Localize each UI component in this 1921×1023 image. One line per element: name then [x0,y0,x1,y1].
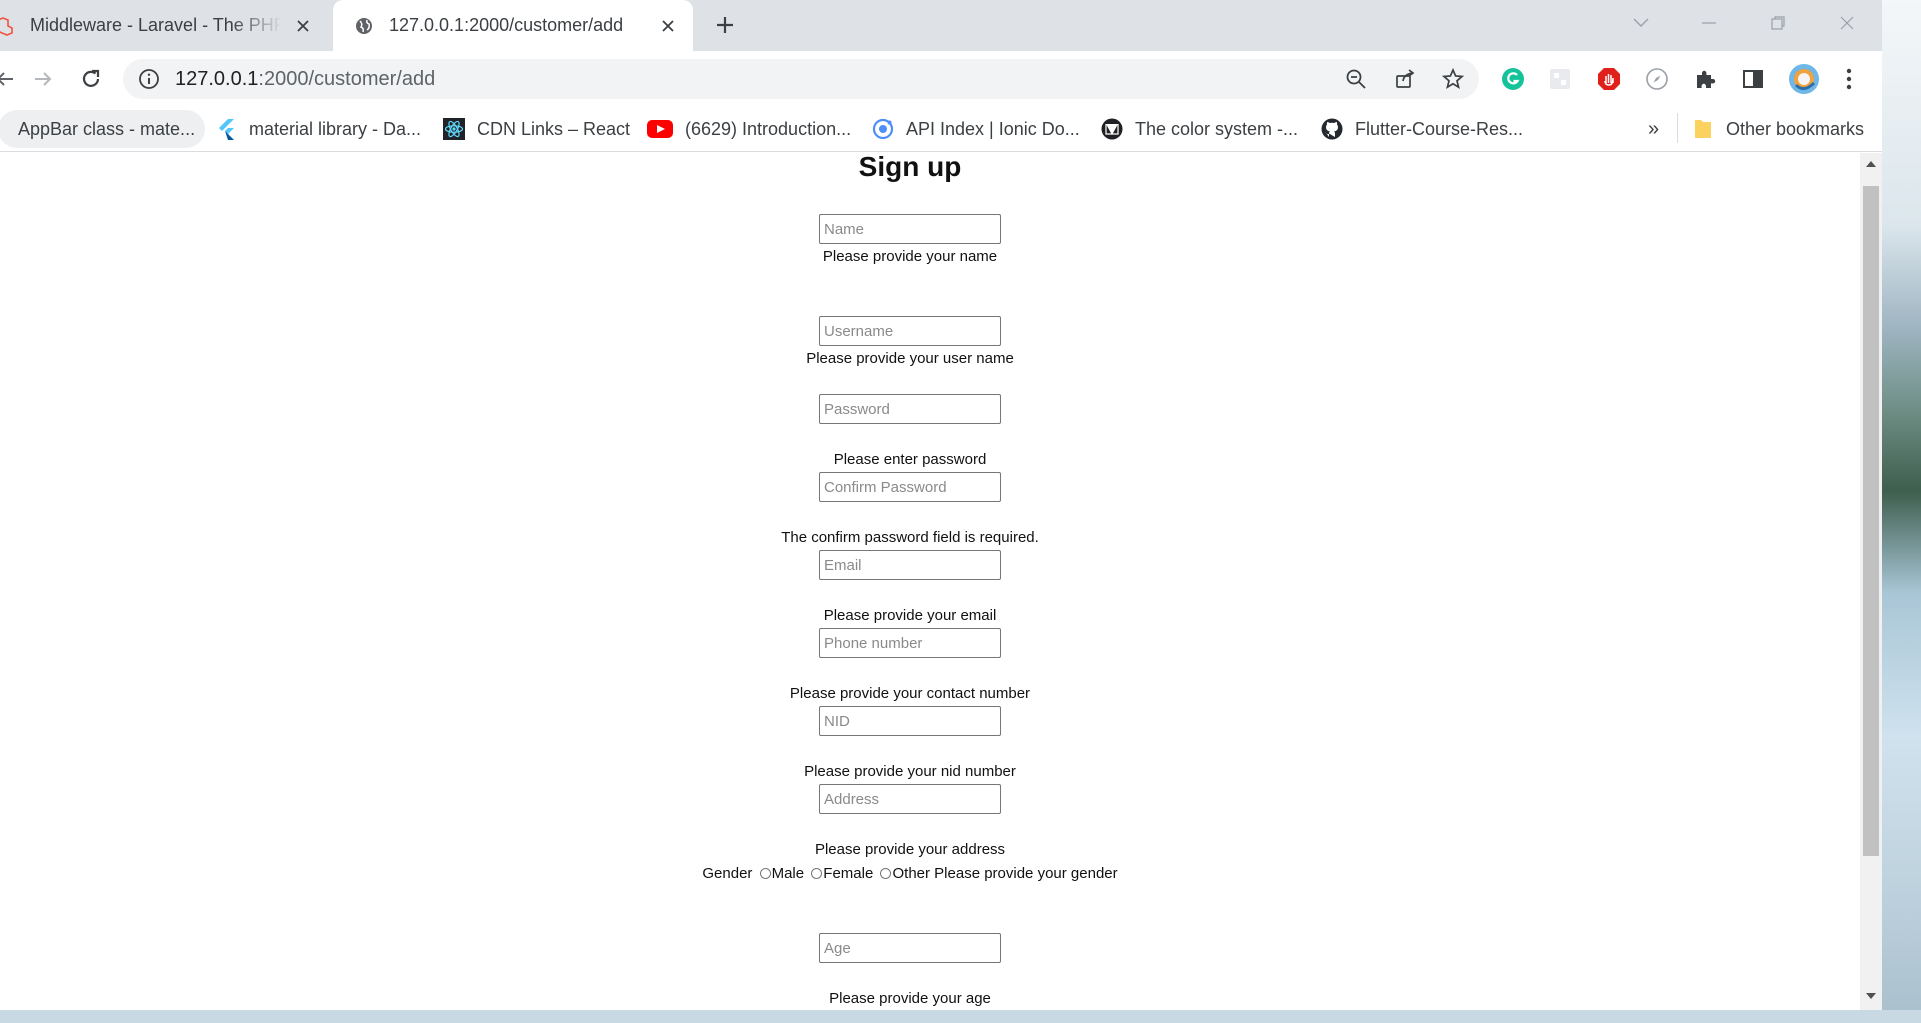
gender-radio-male[interactable] [759,868,771,879]
confirm-password-field[interactable] [819,472,1001,502]
page-content: Sign up Please provide your name Please … [0,153,1860,1010]
bookmark-label: AppBar class - mate... [18,118,196,139]
reload-icon[interactable] [76,64,106,94]
desktop-wallpaper [1882,0,1921,1023]
ionic-icon [872,118,894,140]
browser-window: Middleware - Laravel - The PHP Framework… [0,0,1882,1010]
other-bookmarks-folder[interactable]: Other bookmarks [1692,110,1864,148]
address-field[interactable] [819,784,1001,814]
new-tab-icon[interactable] [712,12,738,38]
bookmark-label: CDN Links – React [477,118,631,139]
folder-icon [1692,118,1714,140]
username-error: Please provide your user name [806,350,1014,367]
material-icon [1101,118,1123,140]
flutter-icon [215,118,237,140]
username-field[interactable] [819,316,1001,346]
bookmark-label: API Index | Ionic Do... [906,118,1080,139]
site-info-icon[interactable] [137,67,161,91]
close-window-icon[interactable] [1829,8,1865,38]
url-host: 127.0.0.1 [175,67,259,90]
bookmark-material-library[interactable]: material library - Da... [215,110,421,148]
nid-error: Please provide your nid number [804,763,1016,780]
bookmark-color-system[interactable]: The color system -... [1101,110,1298,148]
bookmark-flutter-course[interactable]: Flutter-Course-Res... [1321,110,1523,148]
zoom-icon[interactable] [1344,67,1368,91]
confirm-password-error: The confirm password field is required. [781,529,1039,546]
tab-laravel[interactable]: Middleware - Laravel - The PHP Framework… [0,0,328,51]
menu-kebab-icon[interactable] [1836,66,1862,92]
bookmark-appbar[interactable]: AppBar class - mate... [0,110,206,148]
taskbar [0,1010,1921,1023]
bookmark-label: The color system -... [1135,118,1299,139]
email-field[interactable] [819,550,1001,580]
scroll-down-arrow-icon[interactable] [1864,989,1878,1003]
phone-error: Please provide your contact number [789,685,1031,702]
gender-option-label: Male [771,865,805,882]
gender-row: Gender Male Female Other Please provide … [0,865,1820,882]
laravel-icon [0,15,16,37]
bookmark-star-icon[interactable] [1441,67,1465,91]
side-panel-icon[interactable] [1740,66,1766,92]
tab-strip: Middleware - Laravel - The PHP Framework… [0,0,1882,51]
scroll-up-arrow-icon[interactable] [1864,157,1878,171]
youtube-icon [647,118,673,140]
gender-radio-female[interactable] [811,868,823,879]
scroll-thumb[interactable] [1863,186,1879,856]
more-bookmarks-chevron[interactable]: » [1648,110,1659,148]
address-bar[interactable]: 127.0.0.1:2000/customer/add [123,59,1479,99]
bookmark-youtube[interactable]: (6629) Introduction... [647,110,851,148]
bookmark-label: material library - Da... [249,118,422,139]
name-error: Please provide your name [822,248,998,265]
extension-grid-icon[interactable] [1547,66,1573,92]
minimize-icon[interactable] [1691,8,1727,38]
nid-field[interactable] [819,706,1001,736]
url-text: 127.0.0.1:2000/customer/add [175,68,435,91]
profile-avatar[interactable] [1788,63,1820,95]
bookmarks-bar: AppBar class - mate... material library … [0,106,1882,152]
gender-option-label: Female [823,865,874,882]
tab-title: 127.0.0.1:2000/customer/add [389,15,624,35]
back-icon[interactable] [0,64,20,94]
tab-customer-add[interactable]: 127.0.0.1:2000/customer/add [333,0,693,51]
toolbar: 127.0.0.1:2000/customer/add [0,51,1882,106]
grammarly-icon[interactable] [1500,66,1526,92]
bookmark-cdn-links-react[interactable]: CDN Links – React [443,110,630,148]
page-title: Sign up [858,153,962,182]
more-bookmarks-label: » [1648,117,1660,140]
globe-icon [353,15,375,37]
other-bookmarks-label: Other bookmarks [1726,118,1865,139]
gender-option-label: Other [892,865,930,882]
tab-search-icon[interactable] [1623,8,1659,38]
bookmarks-separator [1677,113,1678,143]
gender-radio-other[interactable] [880,868,892,879]
page-scrollbar[interactable] [1860,153,1882,1010]
gender-label: Gender [702,865,753,882]
share-icon[interactable] [1393,67,1417,91]
gender-error: Please provide your gender [934,865,1118,882]
close-tab-icon[interactable] [657,15,679,37]
url-path: :2000/customer/add [258,67,436,90]
age-error: Please provide your age [829,990,991,1007]
compass-icon[interactable] [1644,66,1670,92]
name-field[interactable] [819,214,1001,244]
bookmark-ionic-api[interactable]: API Index | Ionic Do... [872,110,1080,148]
bookmark-label: (6629) Introduction... [685,118,852,139]
forward-icon[interactable] [28,64,58,94]
email-error: Please provide your email [823,607,997,624]
password-field[interactable] [819,394,1001,424]
address-error: Please provide your address [814,841,1006,858]
react-icon [443,118,465,140]
tab-title: Middleware - Laravel - The PHP Framework… [30,15,282,35]
restore-icon[interactable] [1760,8,1796,38]
github-icon [1321,118,1343,140]
phone-field[interactable] [819,628,1001,658]
close-tab-icon[interactable] [292,15,314,37]
password-error: Please enter password [833,451,987,468]
extensions-puzzle-icon[interactable] [1692,66,1718,92]
age-field[interactable] [819,933,1001,963]
adblock-icon[interactable] [1596,66,1622,92]
bookmark-label: Flutter-Course-Res... [1355,118,1524,139]
